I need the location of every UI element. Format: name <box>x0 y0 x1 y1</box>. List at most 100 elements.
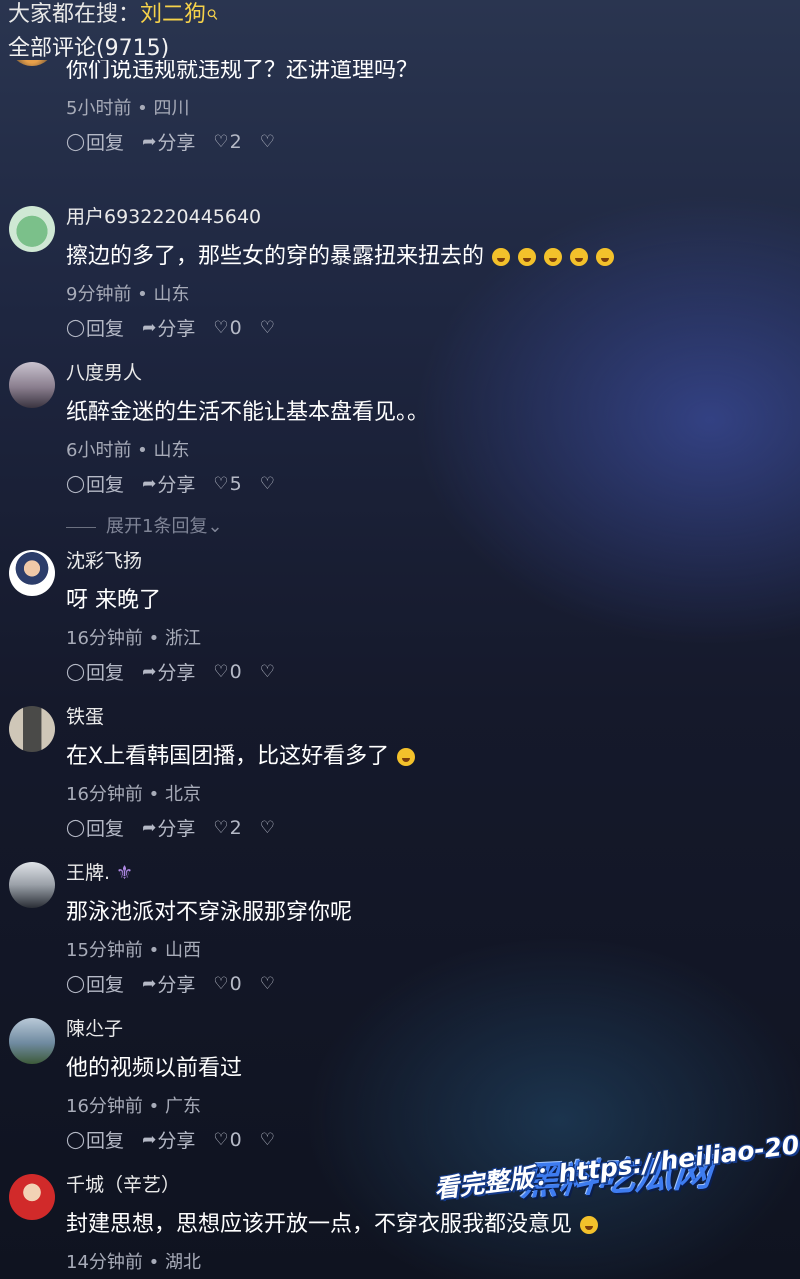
grin-emoji-icon <box>580 1216 599 1234</box>
share-button[interactable]: ➦分享 <box>142 314 195 341</box>
dislike-button[interactable]: ♡ <box>260 973 276 995</box>
dislike-button[interactable]: ♡ <box>260 473 276 495</box>
comment-actions: ◯回复 ➦分享 ♡0 ♡ <box>66 314 288 341</box>
share-icon: ➦ <box>142 131 157 152</box>
comment-author[interactable]: 八度男人 <box>66 358 142 385</box>
divider <box>66 526 96 528</box>
like-button[interactable]: ♡2 <box>213 130 241 153</box>
avatar[interactable] <box>9 206 55 252</box>
like-count: 0 <box>229 972 242 995</box>
comment-region: 北京 <box>164 784 201 805</box>
comment-actions: ◯回复 ➦分享 ♡0 ♡ <box>66 1126 288 1153</box>
comment-author[interactable]: 用户6932220445640 <box>66 202 261 229</box>
share-button[interactable]: ➦分享 <box>142 128 195 155</box>
reply-button[interactable]: ◯回复 <box>66 970 124 997</box>
comment-meta: 14分钟前 • 湖北 <box>66 1252 201 1273</box>
comment-text[interactable]: 纸醉金迷的生活不能让基本盘看见。。 <box>66 394 429 426</box>
comment-list[interactable]: 你们说违规就违规了？还讲道理吗？ 5小时前 • 四川 ◯回复 ➦分享 ♡2 ♡ … <box>0 60 800 1279</box>
comment-text[interactable]: 在X上看韩国团播，比这好看多了 <box>66 738 416 770</box>
like-button[interactable]: ♡0 <box>213 1128 241 1151</box>
reply-button[interactable]: ◯回复 <box>66 658 124 685</box>
reply-button[interactable]: ◯回复 <box>66 128 124 155</box>
reply-button[interactable]: ◯回复 <box>66 1126 124 1153</box>
comment-author[interactable]: 王牌. ⚜ <box>66 858 133 885</box>
share-button[interactable]: ➦分享 <box>142 1126 195 1153</box>
avatar[interactable] <box>9 1174 55 1220</box>
reply-label: 回复 <box>86 474 125 496</box>
comment-text-content: 封建思想，思想应该开放一点，不穿衣服我都没意见 <box>66 1212 573 1237</box>
comment-region: 山东 <box>153 440 190 461</box>
comment-region: 山东 <box>153 284 190 305</box>
share-button[interactable]: ➦分享 <box>142 814 195 841</box>
share-icon: ➦ <box>142 817 157 838</box>
share-label: 分享 <box>157 474 196 496</box>
comment-text[interactable]: 那泳池派对不穿泳服那穿你呢 <box>66 894 352 926</box>
share-icon: ➦ <box>142 473 157 494</box>
comment-region: 四川 <box>153 98 190 119</box>
comment-time: 16分钟前 <box>66 1096 143 1117</box>
expand-replies-label: 展开1条回复 <box>106 516 208 537</box>
dislike-button[interactable]: ♡ <box>260 1129 276 1151</box>
reply-button[interactable]: ◯回复 <box>66 314 124 341</box>
laughing-emoji-icon <box>518 248 537 266</box>
avatar[interactable] <box>9 1018 55 1064</box>
comment-meta: 5小时前 • 四川 <box>66 98 190 119</box>
heart-icon: ♡ <box>213 973 229 994</box>
search-keyword[interactable]: 刘二狗 <box>140 2 206 27</box>
share-icon: ➦ <box>142 973 157 994</box>
author-name: 王牌. <box>66 862 111 884</box>
share-label: 分享 <box>157 1130 196 1152</box>
comment-author[interactable]: 陳尐子 <box>66 1014 123 1041</box>
share-icon: ➦ <box>142 317 157 338</box>
dislike-button[interactable]: ♡ <box>260 661 276 683</box>
broken-heart-icon: ♡ <box>259 818 276 838</box>
reply-button[interactable]: ◯回复 <box>66 814 124 841</box>
dislike-button[interactable]: ♡ <box>260 131 276 153</box>
hot-search-bar[interactable]: 大家都在搜：刘二狗⚲ <box>8 0 792 34</box>
dislike-button[interactable]: ♡ <box>260 317 276 339</box>
chevron-down-icon: ⌄ <box>207 516 223 537</box>
comment-author[interactable]: 沈彩飞扬 <box>66 546 142 573</box>
avatar[interactable] <box>9 706 55 752</box>
laughing-emoji-icon <box>492 248 511 266</box>
heart-icon: ♡ <box>213 661 229 682</box>
expand-replies-button[interactable]: 展开1条回复⌄ <box>66 512 223 538</box>
reply-label: 回复 <box>86 132 125 154</box>
avatar[interactable] <box>9 550 55 596</box>
comment-text[interactable]: 封建思想，思想应该开放一点，不穿衣服我都没意见 <box>66 1206 599 1238</box>
comment-text[interactable]: 呀 来晚了 <box>66 582 161 614</box>
comment-time: 16分钟前 <box>66 628 143 649</box>
heart-icon: ♡ <box>213 131 229 152</box>
avatar[interactable] <box>9 862 55 908</box>
comment-text[interactable]: 擦边的多了，那些女的穿的暴露扭来扭去的 <box>66 238 615 270</box>
share-button[interactable]: ➦分享 <box>142 970 195 997</box>
heart-icon: ♡ <box>213 817 229 838</box>
avatar[interactable] <box>9 60 55 66</box>
comment-text[interactable]: 你们说违规就违规了？还讲道理吗？ <box>66 60 418 84</box>
comment-author[interactable]: 千城（辛艺） <box>66 1170 180 1197</box>
like-button[interactable]: ♡2 <box>213 816 241 839</box>
share-button[interactable]: ➦分享 <box>142 470 195 497</box>
broken-heart-icon: ♡ <box>259 132 276 152</box>
share-button[interactable]: ➦分享 <box>142 658 195 685</box>
laughing-emoji-icon <box>544 248 563 266</box>
comment-actions: ◯回复 ➦分享 ♡2 ♡ <box>66 814 288 841</box>
share-label: 分享 <box>157 132 196 154</box>
laughing-emoji-icon <box>570 248 589 266</box>
avatar[interactable] <box>9 362 55 408</box>
comment-author[interactable]: 铁蛋 <box>66 702 104 729</box>
like-button[interactable]: ♡0 <box>213 972 241 995</box>
like-button[interactable]: ♡0 <box>213 660 241 683</box>
like-button[interactable]: ♡0 <box>213 316 241 339</box>
like-count: 0 <box>229 660 242 683</box>
broken-heart-icon: ♡ <box>259 474 276 494</box>
comment-time: 14分钟前 <box>66 1252 143 1273</box>
share-icon: ➦ <box>142 661 157 682</box>
comment-text[interactable]: 他的视频以前看过 <box>66 1050 242 1082</box>
like-count: 0 <box>229 316 242 339</box>
comment-time: 16分钟前 <box>66 784 143 805</box>
comment-actions: ◯回复 ➦分享 ♡5 ♡ <box>66 470 288 497</box>
reply-button[interactable]: ◯回复 <box>66 470 124 497</box>
like-button[interactable]: ♡5 <box>213 472 241 495</box>
dislike-button[interactable]: ♡ <box>260 817 276 839</box>
